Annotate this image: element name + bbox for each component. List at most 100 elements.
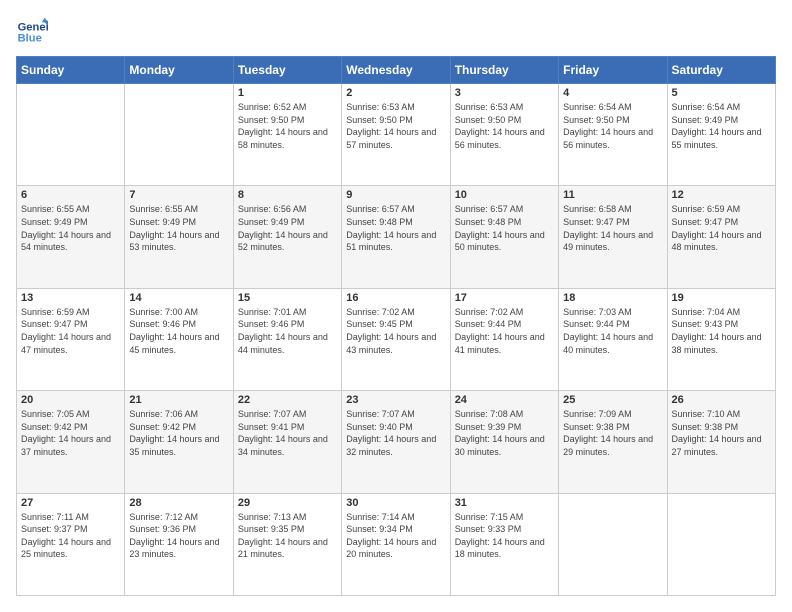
day-info: Sunrise: 6:57 AM Sunset: 9:48 PM Dayligh… — [346, 203, 445, 253]
day-number: 21 — [129, 394, 228, 406]
day-number: 9 — [346, 189, 445, 201]
calendar-week-1: 1 Sunrise: 6:52 AM Sunset: 9:50 PM Daylig… — [17, 84, 776, 186]
day-info: Sunrise: 6:57 AM Sunset: 9:48 PM Dayligh… — [455, 203, 554, 253]
weekday-header-wednesday: Wednesday — [342, 57, 450, 84]
weekday-header-saturday: Saturday — [667, 57, 775, 84]
calendar-cell: 2Sunrise: 6:53 AM Sunset: 9:50 PM Daylig… — [342, 84, 450, 186]
calendar-cell: 28Sunrise: 7:12 AM Sunset: 9:36 PM Dayli… — [125, 493, 233, 595]
day-info: Sunrise: 7:09 AM Sunset: 9:38 PM Dayligh… — [563, 408, 662, 458]
weekday-header-friday: Friday — [559, 57, 667, 84]
calendar-cell: 18 Sunrise: 7:03 AM Sunset: 9:44 PM Dayli… — [559, 288, 667, 390]
day-number: 3 — [455, 87, 554, 99]
calendar-cell: 23 Sunrise: 7:07 AM Sunset: 9:40 PM Dayli… — [342, 391, 450, 493]
day-number: 26 — [672, 394, 771, 406]
day-info: Sunrise: 7:05 AM Sunset: 9:42 PM Dayligh… — [21, 408, 120, 458]
calendar-cell — [559, 493, 667, 595]
day-info: Sunrise: 7:00 AM Sunset: 9:46 PM Dayligh… — [129, 306, 228, 356]
calendar-week-3: 13 Sunrise: 6:59 AM Sunset: 9:47 PM Dayli… — [17, 288, 776, 390]
day-info: Sunrise: 6:54 AM Sunset: 9:50 PM Dayligh… — [563, 101, 662, 151]
weekday-header-sunday: Sunday — [17, 57, 125, 84]
day-info: Sunrise: 7:02 AM Sunset: 9:45 PM Dayligh… — [346, 306, 445, 356]
calendar-cell: 3 Sunrise: 6:53 AM Sunset: 9:50 PM Daylig… — [450, 84, 558, 186]
day-number: 23 — [346, 394, 445, 406]
calendar-cell: 20 Sunrise: 7:05 AM Sunset: 9:42 PM Dayli… — [17, 391, 125, 493]
day-info: Sunrise: 7:02 AM Sunset: 9:44 PM Dayligh… — [455, 306, 554, 356]
calendar-cell: 17 Sunrise: 7:02 AM Sunset: 9:44 PM Dayli… — [450, 288, 558, 390]
day-info: Sunrise: 7:14 AM Sunset: 9:34 PM Dayligh… — [346, 511, 445, 561]
day-number: 28 — [129, 497, 228, 509]
day-number: 4 — [563, 87, 662, 99]
day-number: 30 — [346, 497, 445, 509]
day-number: 19 — [672, 292, 771, 304]
calendar-week-5: 27Sunrise: 7:11 AM Sunset: 9:37 PM Dayli… — [17, 493, 776, 595]
svg-text:General: General — [18, 21, 48, 33]
day-number: 29 — [238, 497, 337, 509]
day-number: 20 — [21, 394, 120, 406]
day-number: 17 — [455, 292, 554, 304]
day-info: Sunrise: 6:54 AM Sunset: 9:49 PM Dayligh… — [672, 101, 771, 151]
day-number: 16 — [346, 292, 445, 304]
calendar-cell: 27Sunrise: 7:11 AM Sunset: 9:37 PM Dayli… — [17, 493, 125, 595]
calendar-cell: 25Sunrise: 7:09 AM Sunset: 9:38 PM Dayli… — [559, 391, 667, 493]
day-info: Sunrise: 6:56 AM Sunset: 9:49 PM Dayligh… — [238, 203, 337, 253]
day-number: 12 — [672, 189, 771, 201]
day-number: 7 — [129, 189, 228, 201]
calendar-cell: 5 Sunrise: 6:54 AM Sunset: 9:49 PM Daylig… — [667, 84, 775, 186]
calendar-header-row: SundayMondayTuesdayWednesdayThursdayFrid… — [17, 57, 776, 84]
calendar-cell: 10Sunrise: 6:57 AM Sunset: 9:48 PM Dayli… — [450, 186, 558, 288]
weekday-header-tuesday: Tuesday — [233, 57, 341, 84]
day-info: Sunrise: 6:52 AM Sunset: 9:50 PM Dayligh… — [238, 101, 337, 151]
weekday-header-thursday: Thursday — [450, 57, 558, 84]
day-number: 22 — [238, 394, 337, 406]
calendar-cell: 26Sunrise: 7:10 AM Sunset: 9:38 PM Dayli… — [667, 391, 775, 493]
calendar-cell: 7 Sunrise: 6:55 AM Sunset: 9:49 PM Daylig… — [125, 186, 233, 288]
day-number: 31 — [455, 497, 554, 509]
calendar-cell: 31Sunrise: 7:15 AM Sunset: 9:33 PM Dayli… — [450, 493, 558, 595]
day-info: Sunrise: 6:59 AM Sunset: 9:47 PM Dayligh… — [672, 203, 771, 253]
day-info: Sunrise: 6:53 AM Sunset: 9:50 PM Dayligh… — [346, 101, 445, 151]
calendar-cell: 21 Sunrise: 7:06 AM Sunset: 9:42 PM Dayli… — [125, 391, 233, 493]
calendar-cell: 29 Sunrise: 7:13 AM Sunset: 9:35 PM Dayli… — [233, 493, 341, 595]
day-number: 11 — [563, 189, 662, 201]
weekday-header-monday: Monday — [125, 57, 233, 84]
day-info: Sunrise: 7:13 AM Sunset: 9:35 PM Dayligh… — [238, 511, 337, 561]
calendar-cell: 14Sunrise: 7:00 AM Sunset: 9:46 PM Dayli… — [125, 288, 233, 390]
calendar-table: SundayMondayTuesdayWednesdayThursdayFrid… — [16, 56, 776, 596]
calendar-cell: 30 Sunrise: 7:14 AM Sunset: 9:34 PM Dayli… — [342, 493, 450, 595]
day-number: 8 — [238, 189, 337, 201]
calendar-cell: 16 Sunrise: 7:02 AM Sunset: 9:45 PM Dayli… — [342, 288, 450, 390]
calendar-cell: 13 Sunrise: 6:59 AM Sunset: 9:47 PM Dayli… — [17, 288, 125, 390]
day-info: Sunrise: 6:55 AM Sunset: 9:49 PM Dayligh… — [21, 203, 120, 253]
calendar-cell: 1 Sunrise: 6:52 AM Sunset: 9:50 PM Daylig… — [233, 84, 341, 186]
calendar-cell: 9 Sunrise: 6:57 AM Sunset: 9:48 PM Daylig… — [342, 186, 450, 288]
day-info: Sunrise: 6:53 AM Sunset: 9:50 PM Dayligh… — [455, 101, 554, 151]
day-number: 5 — [672, 87, 771, 99]
calendar-cell: 22Sunrise: 7:07 AM Sunset: 9:41 PM Dayli… — [233, 391, 341, 493]
calendar-week-4: 20 Sunrise: 7:05 AM Sunset: 9:42 PM Dayli… — [17, 391, 776, 493]
calendar-cell: 4 Sunrise: 6:54 AM Sunset: 9:50 PM Daylig… — [559, 84, 667, 186]
day-info: Sunrise: 6:59 AM Sunset: 9:47 PM Dayligh… — [21, 306, 120, 356]
day-info: Sunrise: 7:07 AM Sunset: 9:40 PM Dayligh… — [346, 408, 445, 458]
day-number: 18 — [563, 292, 662, 304]
page-header: General Blue — [16, 16, 776, 48]
calendar-cell: 24Sunrise: 7:08 AM Sunset: 9:39 PM Dayli… — [450, 391, 558, 493]
calendar-cell: 6Sunrise: 6:55 AM Sunset: 9:49 PM Daylig… — [17, 186, 125, 288]
day-info: Sunrise: 7:01 AM Sunset: 9:46 PM Dayligh… — [238, 306, 337, 356]
day-number: 1 — [238, 87, 337, 99]
calendar-cell: 11 Sunrise: 6:58 AM Sunset: 9:47 PM Dayli… — [559, 186, 667, 288]
day-info: Sunrise: 6:58 AM Sunset: 9:47 PM Dayligh… — [563, 203, 662, 253]
calendar-cell — [667, 493, 775, 595]
day-info: Sunrise: 7:06 AM Sunset: 9:42 PM Dayligh… — [129, 408, 228, 458]
day-info: Sunrise: 7:03 AM Sunset: 9:44 PM Dayligh… — [563, 306, 662, 356]
day-number: 13 — [21, 292, 120, 304]
day-number: 24 — [455, 394, 554, 406]
calendar-cell: 15 Sunrise: 7:01 AM Sunset: 9:46 PM Dayli… — [233, 288, 341, 390]
day-number: 15 — [238, 292, 337, 304]
logo: General Blue — [16, 16, 48, 48]
day-info: Sunrise: 7:04 AM Sunset: 9:43 PM Dayligh… — [672, 306, 771, 356]
day-info: Sunrise: 6:55 AM Sunset: 9:49 PM Dayligh… — [129, 203, 228, 253]
svg-text:Blue: Blue — [18, 33, 42, 45]
calendar-cell — [125, 84, 233, 186]
calendar-cell: 19 Sunrise: 7:04 AM Sunset: 9:43 PM Dayli… — [667, 288, 775, 390]
calendar-week-2: 6Sunrise: 6:55 AM Sunset: 9:49 PM Daylig… — [17, 186, 776, 288]
